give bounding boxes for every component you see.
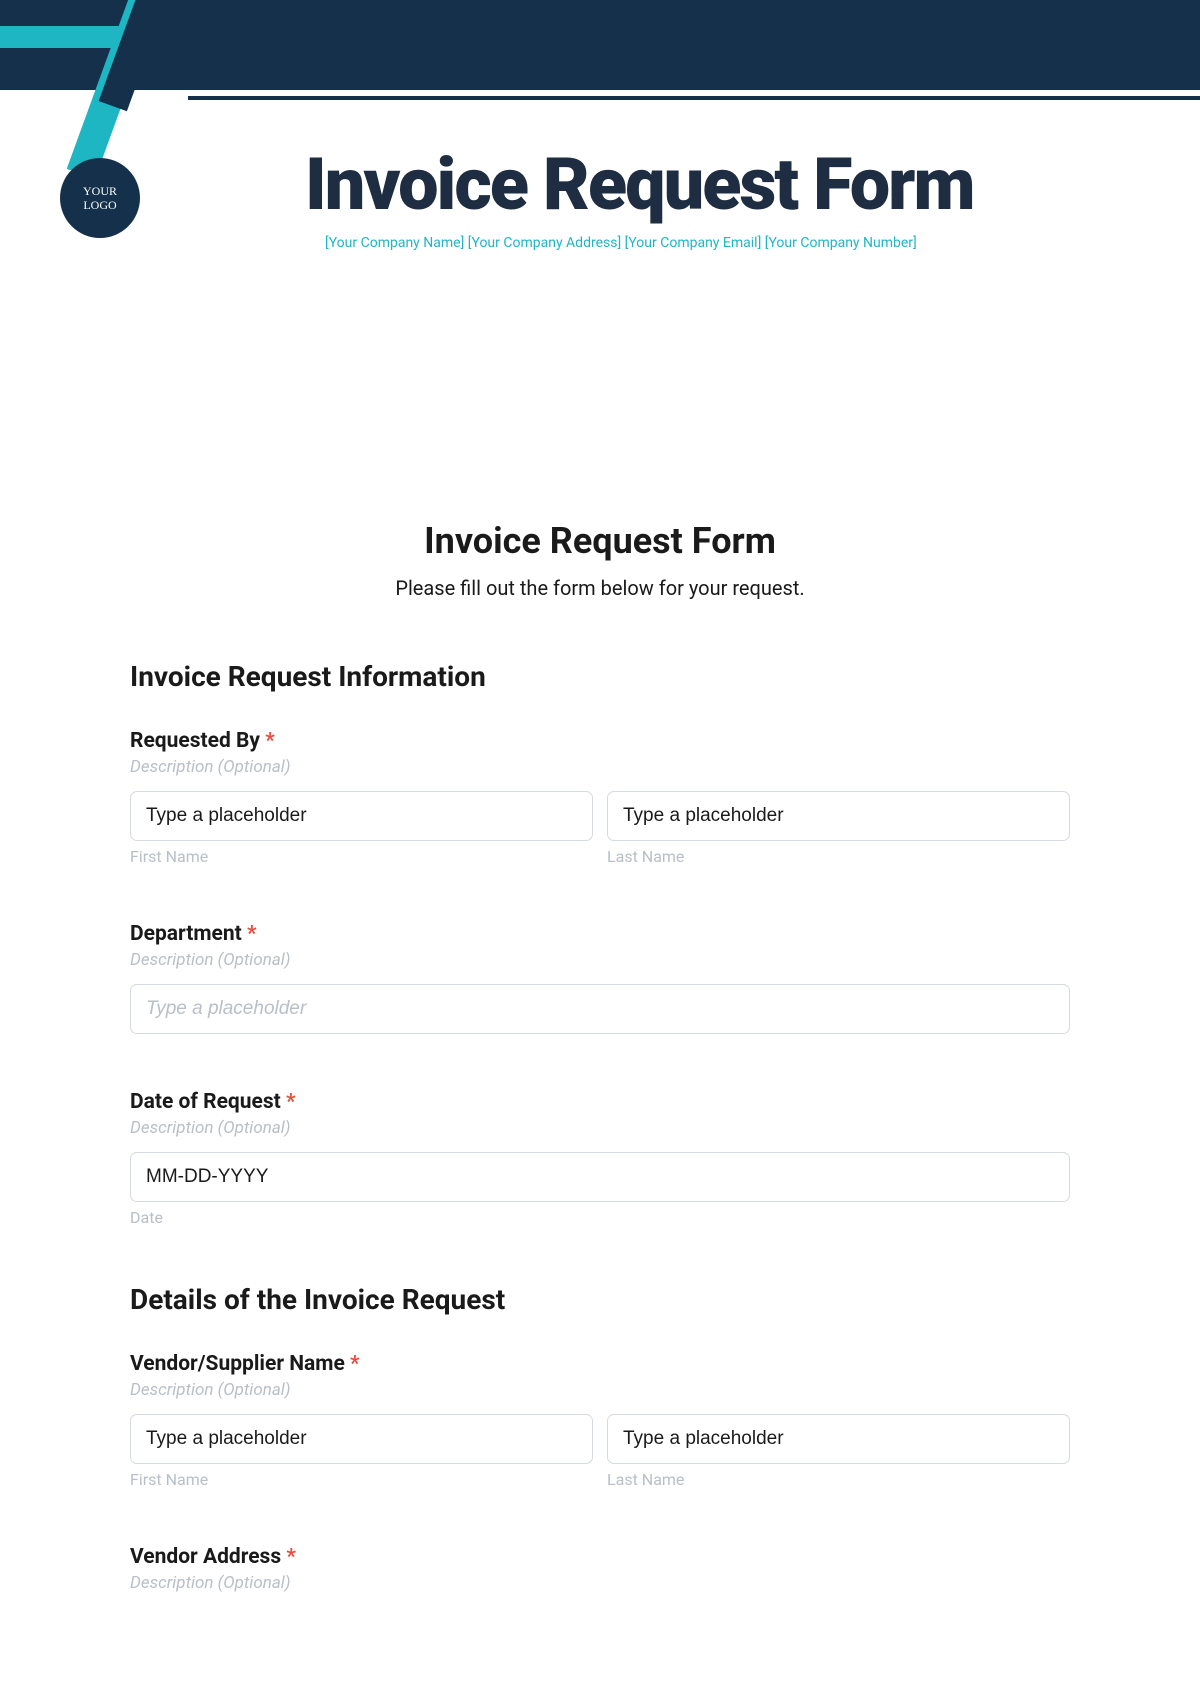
requested-by-last-sublabel: Last Name [607, 847, 1070, 866]
requested-by-label-text: Requested By [130, 729, 260, 753]
vendor-address-desc: Description (Optional) [130, 1573, 1070, 1593]
form-title: Invoice Request Form [130, 520, 1070, 562]
logo-text-line2: LOGO [83, 198, 116, 212]
required-marker: * [350, 1352, 360, 1376]
vendor-last-input[interactable] [607, 1414, 1070, 1464]
required-marker: * [247, 922, 257, 946]
vendor-first-input[interactable] [130, 1414, 593, 1464]
department-input[interactable] [130, 984, 1070, 1034]
form-intro: Please fill out the form below for your … [130, 576, 1070, 600]
field-vendor-address: Vendor Address * Description (Optional) [130, 1545, 1070, 1593]
vendor-last-sublabel: Last Name [607, 1470, 1070, 1489]
vendor-address-label: Vendor Address * [130, 1545, 1070, 1569]
header-cyan-stripe [0, 26, 130, 48]
date-label-text: Date of Request [130, 1090, 281, 1114]
banner-subtitle: [Your Company Name] [Your Company Addres… [325, 235, 917, 251]
field-date-of-request: Date of Request * Description (Optional)… [130, 1090, 1070, 1227]
requested-by-label: Requested By * [130, 729, 1070, 753]
requested-by-first-sublabel: First Name [130, 847, 593, 866]
vendor-first-sublabel: First Name [130, 1470, 593, 1489]
date-input[interactable] [130, 1152, 1070, 1202]
date-label: Date of Request * [130, 1090, 1070, 1114]
section-invoice-info-heading: Invoice Request Information [130, 660, 1070, 693]
vendor-name-label: Vendor/Supplier Name * [130, 1352, 1070, 1376]
date-desc: Description (Optional) [130, 1118, 1070, 1138]
field-department: Department * Description (Optional) [130, 922, 1070, 1034]
required-marker: * [286, 1090, 296, 1114]
section-details-heading: Details of the Invoice Request [130, 1283, 1070, 1316]
logo-placeholder: YOUR LOGO [60, 158, 140, 238]
requested-by-first-input[interactable] [130, 791, 593, 841]
department-desc: Description (Optional) [130, 950, 1070, 970]
banner-title: Invoice Request Form [305, 142, 973, 227]
required-marker: * [265, 729, 275, 753]
department-label: Department * [130, 922, 1070, 946]
required-marker: * [286, 1545, 296, 1569]
header-navy-bg [0, 0, 1200, 90]
field-requested-by: Requested By * Description (Optional) Fi… [130, 729, 1070, 866]
vendor-name-desc: Description (Optional) [130, 1380, 1070, 1400]
department-label-text: Department [130, 922, 242, 946]
vendor-name-label-text: Vendor/Supplier Name [130, 1352, 345, 1376]
form-container: Invoice Request Form Please fill out the… [0, 170, 1200, 1667]
requested-by-desc: Description (Optional) [130, 757, 1070, 777]
vendor-address-label-text: Vendor Address [130, 1545, 281, 1569]
date-sublabel: Date [130, 1208, 1070, 1227]
header-divider-navy [188, 96, 1200, 100]
field-vendor-name: Vendor/Supplier Name * Description (Opti… [130, 1352, 1070, 1489]
logo-text-line1: YOUR [83, 184, 117, 198]
requested-by-last-input[interactable] [607, 791, 1070, 841]
